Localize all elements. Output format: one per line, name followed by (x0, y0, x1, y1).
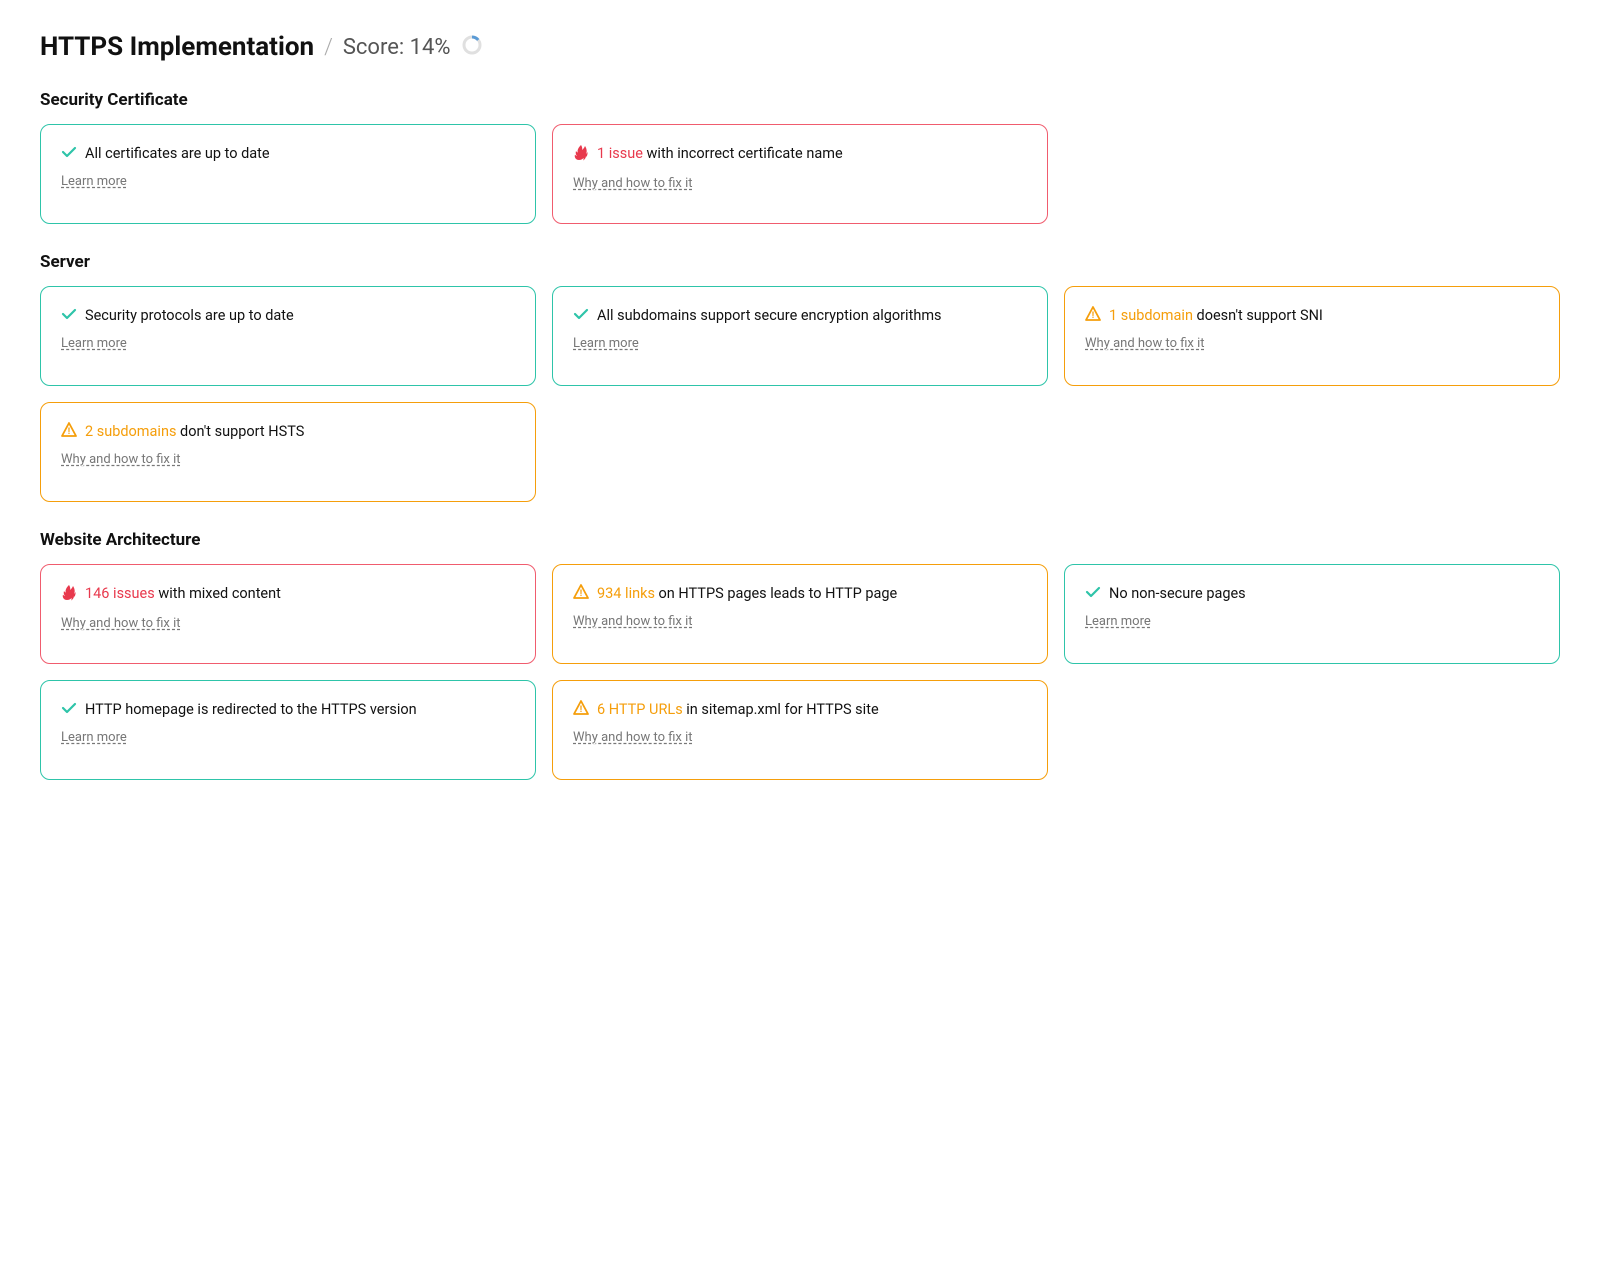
card-header-subdomains-no-hsts: ! 2 subdomains don't support HSTS (61, 421, 515, 442)
card-mixed-content-issues: 146 issues with mixed content Why and how… (40, 564, 536, 664)
card-text-links-to-http: 934 links on HTTPS pages leads to HTTP p… (597, 583, 897, 604)
svg-text:!: ! (580, 589, 582, 599)
card-text-all-certs-up-to-date: All certificates are up to date (85, 143, 270, 164)
card-header-no-nonsecure-pages: No non-secure pages (1085, 583, 1539, 604)
card-text-subdomain-no-sni: 1 subdomain doesn't support SNI (1109, 305, 1323, 326)
svg-text:!: ! (580, 705, 582, 715)
card-header-http-redirect: HTTP homepage is redirected to the HTTPS… (61, 699, 515, 720)
card-incorrect-cert-name: 1 issue with incorrect certificate name W… (552, 124, 1048, 224)
card-all-certs-up-to-date: All certificates are up to date Learn mor… (40, 124, 536, 224)
card-link-subdomains-no-hsts[interactable]: Why and how to fix it (61, 452, 515, 467)
card-no-nonsecure-pages: No non-secure pages Learn more (1064, 564, 1560, 664)
card-prefix-link-subdomain-no-sni[interactable]: 1 subdomain (1109, 307, 1193, 324)
check-icon (61, 700, 77, 720)
score-donut-icon (461, 34, 483, 60)
warning-icon: ! (573, 700, 589, 719)
warning-icon: ! (573, 584, 589, 603)
card-header-http-urls-sitemap: ! 6 HTTP URLs in sitemap.xml for HTTPS si… (573, 699, 1027, 720)
card-text-no-nonsecure-pages: No non-secure pages (1109, 583, 1246, 604)
card-header-mixed-content-issues: 146 issues with mixed content (61, 583, 515, 606)
page-title: HTTPS Implementation (40, 32, 314, 62)
card-link-security-protocols-up-to-date[interactable]: Learn more (61, 336, 515, 351)
card-text-http-redirect: HTTP homepage is redirected to the HTTPS… (85, 699, 417, 720)
check-icon (61, 306, 77, 326)
card-link-incorrect-cert-name[interactable]: Why and how to fix it (573, 176, 1027, 191)
card-security-protocols-up-to-date: Security protocols are up to date Learn m… (40, 286, 536, 386)
card-text-security-protocols-up-to-date: Security protocols are up to date (85, 305, 294, 326)
svg-text:!: ! (1092, 311, 1094, 321)
section-title-website-architecture: Website Architecture (40, 530, 1560, 550)
fire-icon (573, 144, 589, 166)
card-prefix-link-mixed-content-issues[interactable]: 146 issues (85, 585, 155, 602)
card-text-incorrect-cert-name: 1 issue with incorrect certificate name (597, 143, 843, 164)
card-header-links-to-http: ! 934 links on HTTPS pages leads to HTTP … (573, 583, 1027, 604)
fire-icon (61, 584, 77, 606)
cards-grid-security-certificate: All certificates are up to date Learn mor… (40, 124, 1560, 224)
card-link-http-redirect[interactable]: Learn more (61, 730, 515, 745)
card-link-all-subdomains-encryption[interactable]: Learn more (573, 336, 1027, 351)
card-http-redirect: HTTP homepage is redirected to the HTTPS… (40, 680, 536, 780)
card-text-http-urls-sitemap: 6 HTTP URLs in sitemap.xml for HTTPS sit… (597, 699, 879, 720)
card-link-mixed-content-issues[interactable]: Why and how to fix it (61, 616, 515, 631)
section-title-security-certificate: Security Certificate (40, 90, 1560, 110)
check-icon (61, 144, 77, 164)
cards-grid-website-architecture: 146 issues with mixed content Why and how… (40, 564, 1560, 780)
card-link-no-nonsecure-pages[interactable]: Learn more (1085, 614, 1539, 629)
page-header: HTTPS Implementation / Score: 14% (40, 32, 1560, 62)
card-prefix-link-http-urls-sitemap[interactable]: 6 HTTP URLs (597, 701, 683, 718)
card-subdomains-no-hsts: ! 2 subdomains don't support HSTS Why and … (40, 402, 536, 502)
svg-text:!: ! (68, 427, 70, 437)
warning-icon: ! (61, 422, 77, 441)
cards-grid-server: Security protocols are up to date Learn m… (40, 286, 1560, 502)
card-prefix-link-incorrect-cert-name[interactable]: 1 issue (597, 145, 643, 162)
section-title-server: Server (40, 252, 1560, 272)
card-header-all-subdomains-encryption: All subdomains support secure encryption… (573, 305, 1027, 326)
card-link-subdomain-no-sni[interactable]: Why and how to fix it (1085, 336, 1539, 351)
card-link-links-to-http[interactable]: Why and how to fix it (573, 614, 1027, 629)
card-link-http-urls-sitemap[interactable]: Why and how to fix it (573, 730, 1027, 745)
card-header-incorrect-cert-name: 1 issue with incorrect certificate name (573, 143, 1027, 166)
card-link-all-certs-up-to-date[interactable]: Learn more (61, 174, 515, 189)
score-text: Score: 14% (343, 35, 451, 60)
card-http-urls-sitemap: ! 6 HTTP URLs in sitemap.xml for HTTPS si… (552, 680, 1048, 780)
card-prefix-link-links-to-http[interactable]: 934 links (597, 585, 655, 602)
card-header-all-certs-up-to-date: All certificates are up to date (61, 143, 515, 164)
card-header-subdomain-no-sni: ! 1 subdomain doesn't support SNI (1085, 305, 1539, 326)
card-prefix-link-subdomains-no-hsts[interactable]: 2 subdomains (85, 423, 176, 440)
card-text-mixed-content-issues: 146 issues with mixed content (85, 583, 281, 604)
check-icon (573, 306, 589, 326)
check-icon (1085, 584, 1101, 604)
sections-container: Security Certificate All certificates are… (40, 90, 1560, 780)
warning-icon: ! (1085, 306, 1101, 325)
score-divider: / (324, 35, 333, 60)
card-links-to-http: ! 934 links on HTTPS pages leads to HTTP … (552, 564, 1048, 664)
card-subdomain-no-sni: ! 1 subdomain doesn't support SNI Why and … (1064, 286, 1560, 386)
card-text-subdomains-no-hsts: 2 subdomains don't support HSTS (85, 421, 304, 442)
card-text-all-subdomains-encryption: All subdomains support secure encryption… (597, 305, 942, 326)
card-all-subdomains-encryption: All subdomains support secure encryption… (552, 286, 1048, 386)
card-header-security-protocols-up-to-date: Security protocols are up to date (61, 305, 515, 326)
